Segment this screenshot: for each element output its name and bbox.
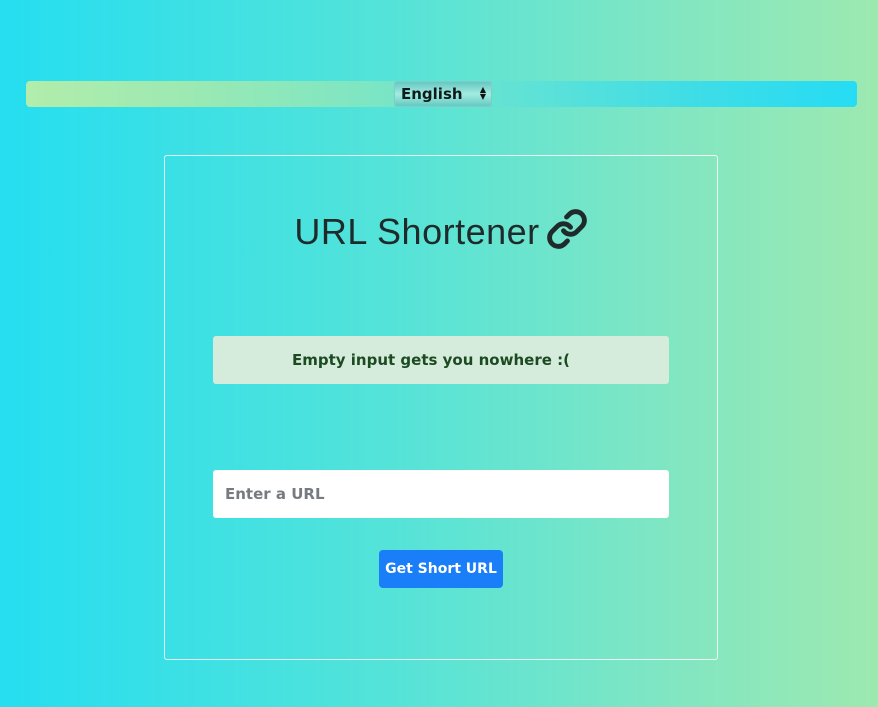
get-short-url-button[interactable]: Get Short URL [379, 550, 503, 588]
link-icon [546, 208, 588, 259]
empty-input-alert: Empty input gets you nowhere :( [213, 336, 669, 384]
up-down-arrows-icon: ▲ ▼ [479, 85, 486, 101]
alert-message: Empty input gets you nowhere :( [292, 351, 570, 369]
shortener-card: URL Shortener Empty input gets you nowhe… [164, 155, 718, 660]
language-bar: English ▲ ▼ [26, 81, 857, 107]
page-title-text: URL Shortener [294, 211, 540, 252]
url-input[interactable] [213, 470, 669, 518]
language-select-value: English [401, 85, 463, 103]
language-select[interactable]: English ▲ ▼ [394, 81, 492, 107]
page-title: URL Shortener [165, 208, 717, 259]
